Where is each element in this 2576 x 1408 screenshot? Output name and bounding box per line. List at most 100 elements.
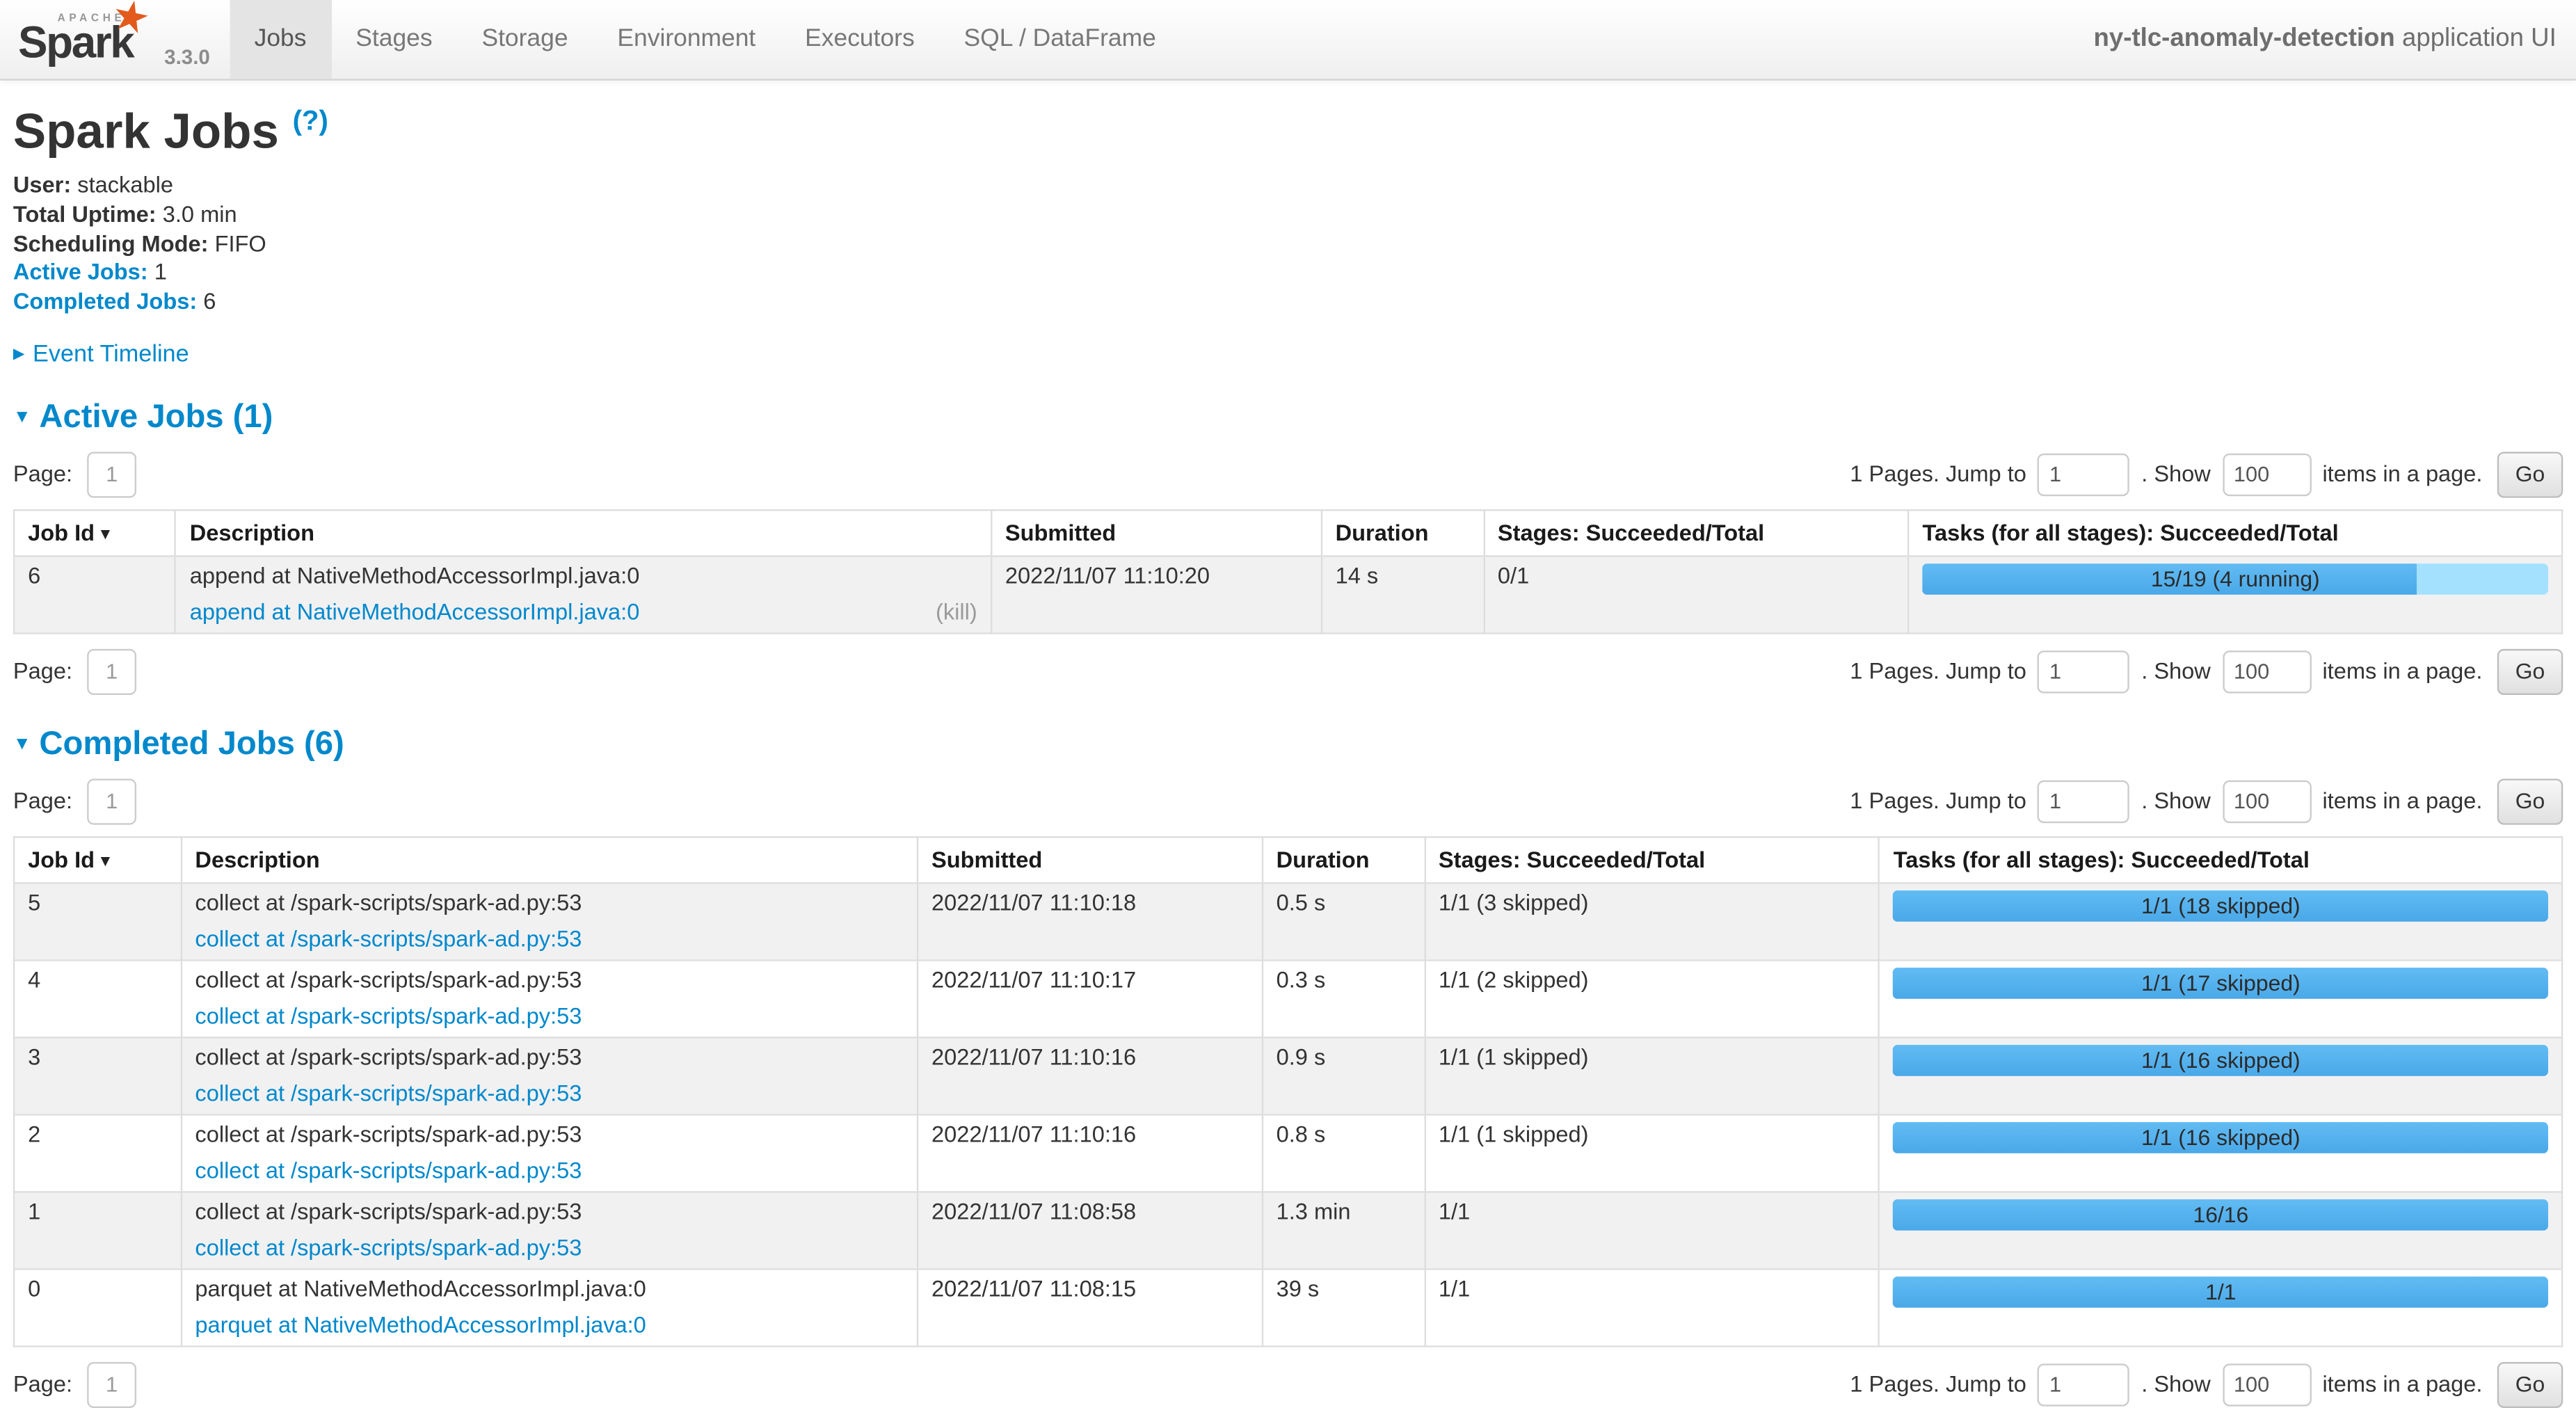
jump-to-input[interactable] xyxy=(2038,454,2129,496)
kill-link[interactable]: (kill) xyxy=(936,598,977,628)
summary-uptime: Total Uptime: 3.0 min xyxy=(13,200,2563,230)
show-text: . Show xyxy=(2141,463,2211,487)
go-button[interactable]: Go xyxy=(2497,649,2563,695)
duration-cell: 0.5 s xyxy=(1263,883,1425,960)
event-timeline-toggle[interactable]: ▶Event Timeline xyxy=(13,342,2563,368)
description-cell: append at NativeMethodAccessorImpl.java:… xyxy=(176,556,991,633)
page-label: Page: xyxy=(13,790,72,814)
page-input[interactable] xyxy=(87,451,136,497)
help-link[interactable]: (?) xyxy=(293,105,328,136)
active-jobs-link[interactable]: Active Jobs: xyxy=(13,260,148,285)
stages-cell: 1/1 xyxy=(1425,1192,1880,1269)
col-job-id[interactable]: Job Id▾ xyxy=(14,510,176,556)
tab-storage[interactable]: Storage xyxy=(457,0,593,79)
tab-jobs[interactable]: Jobs xyxy=(230,0,331,79)
col-duration[interactable]: Duration xyxy=(1322,510,1484,556)
tasks-progress-bar: 1/1 xyxy=(1894,1277,2548,1308)
items-text: items in a page. xyxy=(2322,463,2482,487)
description-cell: collect at /spark-scripts/spark-ad.py:53… xyxy=(181,883,918,960)
page-label: Page: xyxy=(13,659,72,684)
tasks-progress-bar: 1/1 (18 skipped) xyxy=(1894,890,2548,922)
spark-logo: APACHE Spark ★ xyxy=(17,0,161,79)
tasks-cell: 1/1 xyxy=(1880,1269,2562,1346)
table-header-row: Job Id▾ Description Submitted Duration S… xyxy=(14,510,2562,556)
tasks-cell: 1/1 (18 skipped) xyxy=(1880,883,2562,960)
col-stages[interactable]: Stages: Succeeded/Total xyxy=(1484,510,1909,556)
pages-text: 1 Pages. Jump to xyxy=(1850,463,2026,487)
page-input[interactable] xyxy=(87,1362,136,1408)
job-id-cell: 4 xyxy=(14,960,181,1037)
tab-environment[interactable]: Environment xyxy=(593,0,781,79)
tasks-cell: 1/1 (16 skipped) xyxy=(1880,1114,2562,1192)
spark-star-icon: ★ xyxy=(107,0,155,46)
job-description-link[interactable]: parquet at NativeMethodAccessorImpl.java… xyxy=(195,1311,646,1341)
col-tasks[interactable]: Tasks (for all stages): Succeeded/Total xyxy=(1908,510,2562,556)
job-description-link[interactable]: collect at /spark-scripts/spark-ad.py:53 xyxy=(195,1234,582,1264)
jump-to-input[interactable] xyxy=(2038,781,2129,823)
show-items-input[interactable] xyxy=(2222,454,2311,496)
table-row: 0 parquet at NativeMethodAccessorImpl.ja… xyxy=(14,1269,2562,1346)
section-completed-jobs[interactable]: ▼Completed Jobs (6) xyxy=(13,726,2563,764)
go-button[interactable]: Go xyxy=(2497,778,2563,824)
pages-text: 1 Pages. Jump to xyxy=(1850,790,2026,814)
col-description[interactable]: Description xyxy=(181,837,918,883)
col-tasks[interactable]: Tasks (for all stages): Succeeded/Total xyxy=(1880,837,2562,883)
stages-cell: 1/1 (2 skipped) xyxy=(1425,960,1880,1037)
table-row: 1 collect at /spark-scripts/spark-ad.py:… xyxy=(14,1192,2562,1269)
table-header-row: Job Id▾ Description Submitted Duration S… xyxy=(14,837,2562,883)
tab-executors[interactable]: Executors xyxy=(781,0,939,79)
job-id-cell: 2 xyxy=(14,1114,181,1192)
col-description[interactable]: Description xyxy=(176,510,991,556)
show-items-input[interactable] xyxy=(2222,650,2311,693)
tab-stages[interactable]: Stages xyxy=(331,0,457,79)
page-label: Page: xyxy=(13,1373,72,1397)
summary-completed-jobs: Completed Jobs: 6 xyxy=(13,288,2563,317)
col-stages[interactable]: Stages: Succeeded/Total xyxy=(1425,837,1880,883)
description-cell: collect at /spark-scripts/spark-ad.py:53… xyxy=(181,1192,918,1269)
pagination-active-top: Page: 1 Pages. Jump to . Show items in a… xyxy=(13,451,2563,497)
nav-tabs: Jobs Stages Storage Environment Executor… xyxy=(230,0,1181,79)
table-row: 2 collect at /spark-scripts/spark-ad.py:… xyxy=(14,1114,2562,1192)
col-submitted[interactable]: Submitted xyxy=(991,510,1322,556)
job-description-link[interactable]: collect at /spark-scripts/spark-ad.py:53 xyxy=(195,1157,582,1187)
jump-to-input[interactable] xyxy=(2038,1363,2129,1406)
go-button[interactable]: Go xyxy=(2497,1362,2563,1408)
job-description-link[interactable]: collect at /spark-scripts/spark-ad.py:53 xyxy=(195,1002,582,1032)
col-submitted[interactable]: Submitted xyxy=(918,837,1263,883)
collapse-right-icon: ▶ xyxy=(13,346,24,362)
table-row: 5 collect at /spark-scripts/spark-ad.py:… xyxy=(14,883,2562,960)
page-input[interactable] xyxy=(87,778,136,824)
active-jobs-table: Job Id▾ Description Submitted Duration S… xyxy=(13,509,2563,634)
tab-sql-dataframe[interactable]: SQL / DataFrame xyxy=(939,0,1181,79)
col-job-id[interactable]: Job Id▾ xyxy=(14,837,181,883)
completed-jobs-table: Job Id▾ Description Submitted Duration S… xyxy=(13,836,2563,1347)
pages-text: 1 Pages. Jump to xyxy=(1850,1373,2026,1397)
sort-desc-icon: ▾ xyxy=(102,853,110,871)
submitted-cell: 2022/11/07 11:10:18 xyxy=(918,883,1263,960)
pages-text: 1 Pages. Jump to xyxy=(1850,659,2026,684)
completed-jobs-link[interactable]: Completed Jobs: xyxy=(13,289,197,314)
tasks-cell: 16/16 xyxy=(1880,1192,2562,1269)
tasks-cell: 1/1 (16 skipped) xyxy=(1880,1037,2562,1114)
collapse-down-icon: ▼ xyxy=(13,408,31,427)
submitted-cell: 2022/11/07 11:08:58 xyxy=(918,1192,1263,1269)
table-row: 3 collect at /spark-scripts/spark-ad.py:… xyxy=(14,1037,2562,1114)
job-description-link[interactable]: collect at /spark-scripts/spark-ad.py:53 xyxy=(195,925,582,955)
page-label: Page: xyxy=(13,463,72,487)
duration-cell: 0.8 s xyxy=(1263,1114,1425,1192)
go-button[interactable]: Go xyxy=(2497,451,2563,497)
section-active-jobs[interactable]: ▼Active Jobs (1) xyxy=(13,399,2563,437)
job-id-cell: 1 xyxy=(14,1192,181,1269)
show-items-input[interactable] xyxy=(2222,781,2311,823)
show-items-input[interactable] xyxy=(2222,1363,2311,1406)
page-input[interactable] xyxy=(87,649,136,695)
jump-to-input[interactable] xyxy=(2038,650,2129,693)
col-duration[interactable]: Duration xyxy=(1263,837,1425,883)
stages-cell: 0/1 xyxy=(1484,556,1909,633)
job-description-link[interactable]: append at NativeMethodAccessorImpl.java:… xyxy=(190,598,640,628)
summary-active-jobs: Active Jobs: 1 xyxy=(13,259,2563,288)
tasks-progress-bar: 16/16 xyxy=(1894,1199,2548,1231)
job-description-link[interactable]: collect at /spark-scripts/spark-ad.py:53 xyxy=(195,1080,582,1110)
spark-version: 3.3.0 xyxy=(164,46,210,69)
submitted-cell: 2022/11/07 11:10:16 xyxy=(918,1114,1263,1192)
